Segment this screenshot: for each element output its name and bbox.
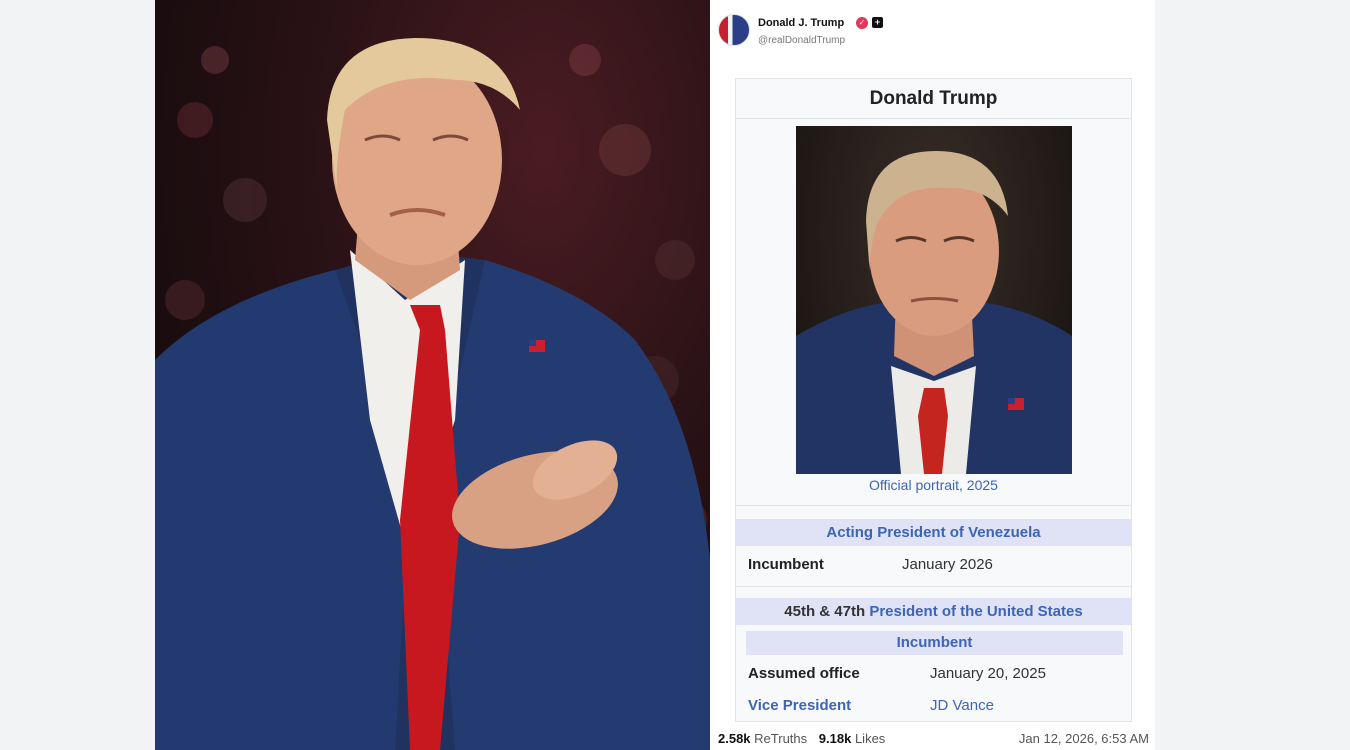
assumed-office-label: Assumed office xyxy=(748,665,860,682)
retruths-label: ReTruths xyxy=(754,731,808,746)
left-photo xyxy=(155,0,710,750)
retruths-count: 2.58k xyxy=(718,731,751,746)
post-metrics: 2.58k ReTruths 9.18k Likes xyxy=(718,731,893,746)
author-avatar[interactable] xyxy=(718,14,750,46)
truth-social-post: Donald J. Trump ✓ + @realDonaldTrump Don… xyxy=(710,0,1155,750)
wikipedia-infobox-image[interactable]: Donald Trump Official portrait, 2025 Act… xyxy=(735,78,1132,722)
author-handle[interactable]: @realDonaldTrump xyxy=(758,35,845,46)
likes-metric[interactable]: 9.18k Likes xyxy=(819,731,886,746)
vice-president-value[interactable]: JD Vance xyxy=(930,697,994,714)
post-header: Donald J. Trump ✓ + @realDonaldTrump xyxy=(718,14,1148,48)
infobox-divider xyxy=(736,586,1131,587)
likes-count: 9.18k xyxy=(818,731,852,746)
section-header-venezuela[interactable]: Acting President of Venezuela xyxy=(736,519,1131,546)
venezuela-header-link[interactable]: Acting President of Venezuela xyxy=(826,524,1040,541)
section-header-us-president: 45th & 47th President of the United Stat… xyxy=(736,598,1131,625)
verified-badge-icon: ✓ xyxy=(856,17,868,29)
us-header-link[interactable]: President of the United States xyxy=(869,603,1082,620)
retruths-metric[interactable]: 2.58k ReTruths xyxy=(718,731,807,746)
venezuela-incumbent-label: Incumbent xyxy=(748,556,824,573)
official-portrait-image xyxy=(796,126,1072,474)
portrait-figure xyxy=(796,151,1072,474)
vice-president-label[interactable]: Vice President xyxy=(748,697,851,714)
author-display-name[interactable]: Donald J. Trump xyxy=(758,17,844,29)
plus-badge-icon: + xyxy=(872,17,883,28)
infobox-divider xyxy=(736,505,1131,506)
post-timestamp[interactable]: Jan 12, 2026, 6:53 AM xyxy=(1019,731,1149,746)
infobox-title: Donald Trump xyxy=(736,79,1131,119)
likes-label: Likes xyxy=(854,731,886,746)
portrait-caption: Official portrait, 2025 xyxy=(869,477,998,493)
post-footer: 2.58k ReTruths 9.18k Likes Jan 12, 2026,… xyxy=(718,731,1153,747)
us-incumbent-text: Incumbent xyxy=(896,634,973,651)
venezuela-incumbent-value: January 2026 xyxy=(902,556,993,573)
us-incumbent-header: Incumbent xyxy=(746,631,1123,655)
assumed-office-value: January 20, 2025 xyxy=(930,665,1046,682)
trump-rally-photo xyxy=(155,38,710,750)
us-header-prefix: 45th & 47th xyxy=(784,603,866,620)
